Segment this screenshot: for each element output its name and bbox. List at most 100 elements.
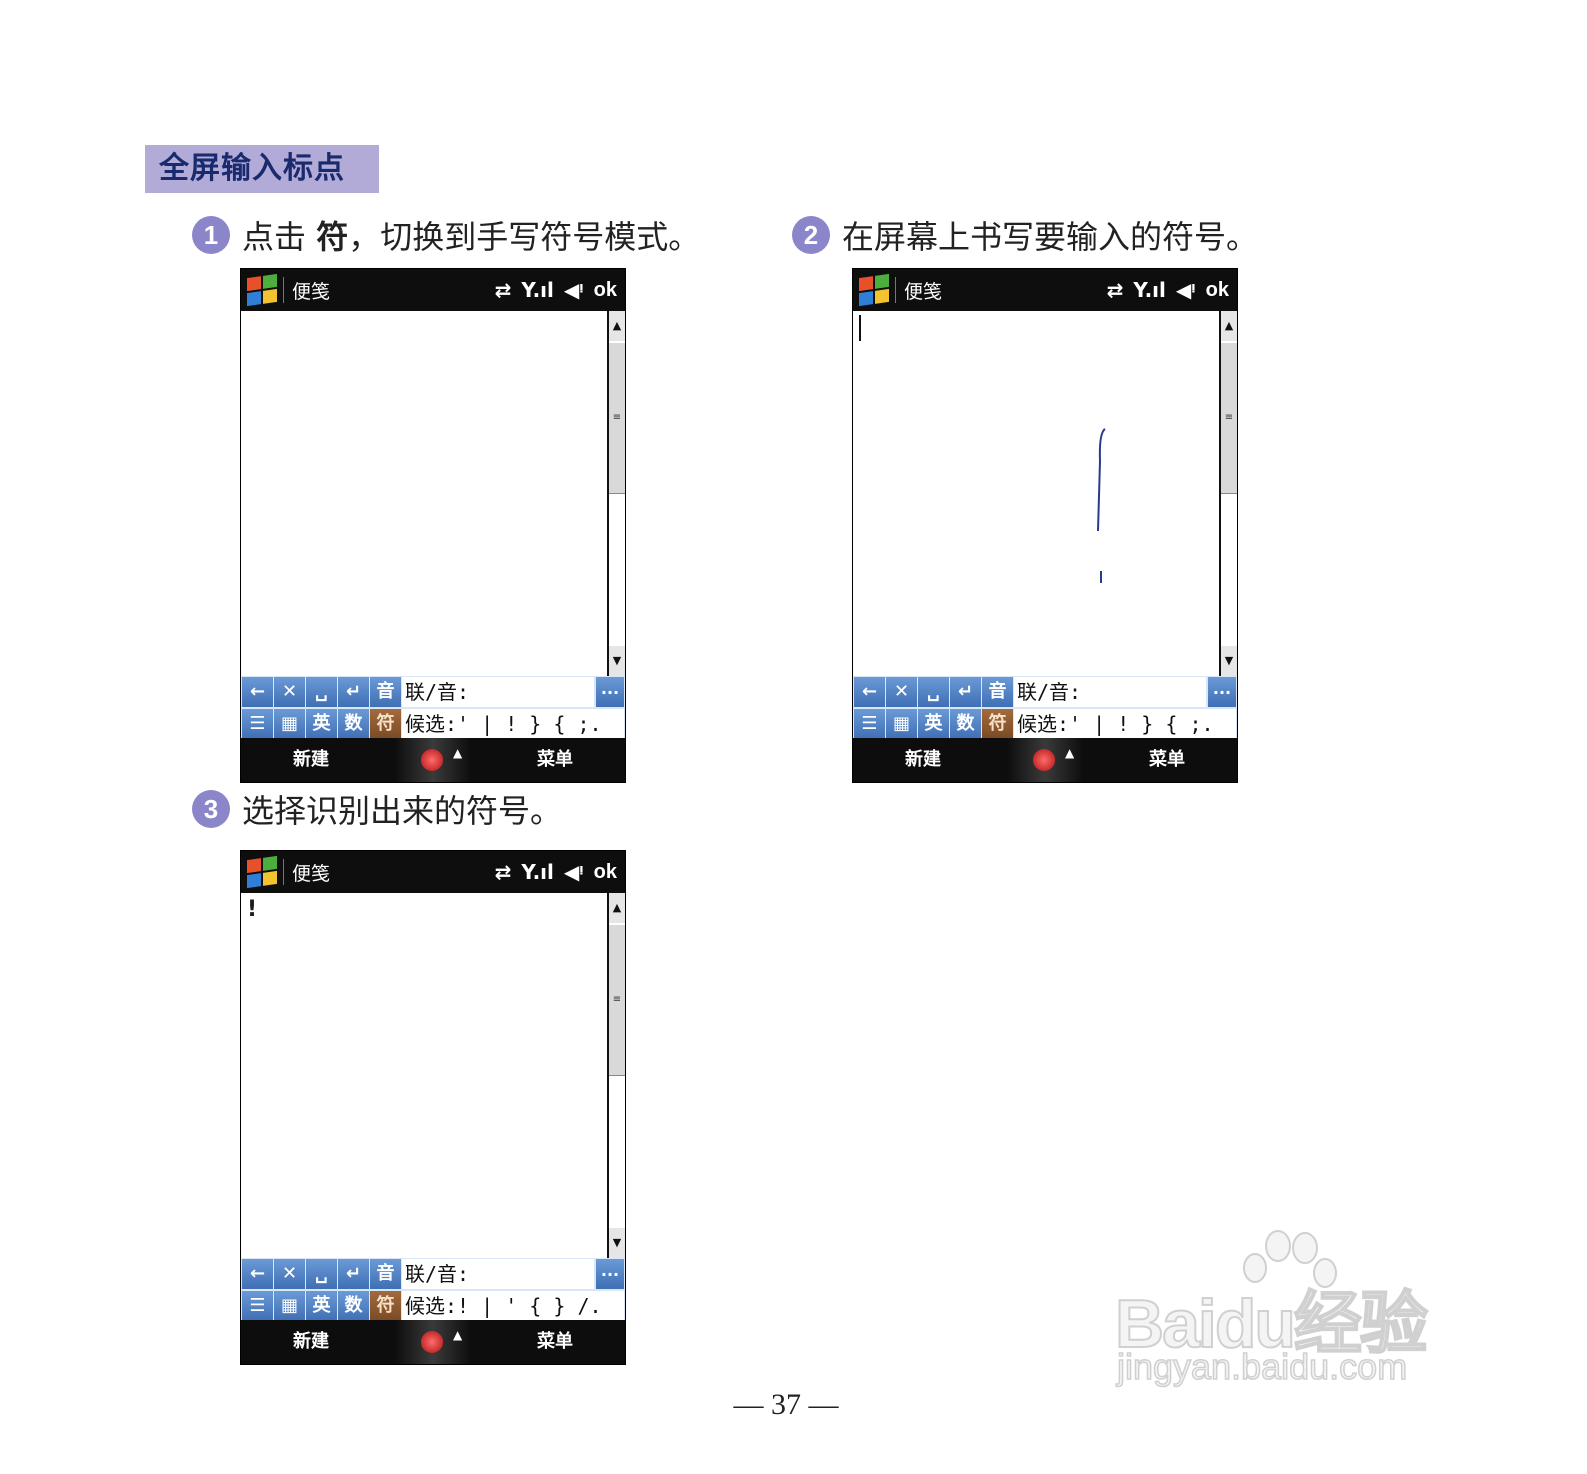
signal-icon[interactable]: Y.ıl bbox=[1133, 278, 1165, 302]
vertical-scrollbar[interactable]: ▲ ≡ ▼ bbox=[607, 311, 625, 676]
caret-up-icon[interactable]: ▲ bbox=[453, 746, 462, 760]
space-key[interactable]: ␣ bbox=[306, 677, 337, 707]
delete-key[interactable]: ✕ bbox=[886, 677, 917, 707]
connectivity-icon[interactable]: ⇄ bbox=[495, 278, 512, 302]
caret-up-icon[interactable]: ▲ bbox=[1065, 746, 1074, 760]
note-content[interactable] bbox=[853, 311, 1217, 676]
ok-button[interactable]: ok bbox=[594, 279, 617, 302]
signal-icon[interactable]: Y.ıl bbox=[521, 860, 553, 884]
more-button[interactable]: ... bbox=[596, 677, 624, 707]
candidates-field[interactable]: 候选:' | ! } { ;. bbox=[1014, 709, 1236, 739]
handwriting-stroke bbox=[1097, 428, 1106, 583]
keyboard-key[interactable]: ▦ bbox=[886, 709, 917, 739]
backspace-key[interactable]: ← bbox=[854, 677, 885, 707]
soft-key-bar: 新建 ▲ 菜单 bbox=[241, 1320, 625, 1364]
new-softkey[interactable]: 新建 bbox=[905, 738, 941, 782]
note-text: ! bbox=[247, 897, 258, 922]
scroll-thumb[interactable]: ≡ bbox=[609, 343, 625, 494]
association-field[interactable]: 联/音: bbox=[1014, 677, 1206, 707]
input-method-icon[interactable] bbox=[421, 1331, 443, 1353]
list-key[interactable]: ☰ bbox=[242, 1291, 273, 1321]
delete-key[interactable]: ✕ bbox=[274, 677, 305, 707]
scroll-up-arrow-icon[interactable]: ▲ bbox=[609, 893, 625, 923]
menu-softkey[interactable]: 菜单 bbox=[537, 738, 573, 782]
step-number: 3 bbox=[192, 790, 230, 828]
backspace-key[interactable]: ← bbox=[242, 1259, 273, 1289]
speaker-icon[interactable]: ◀ᵎ bbox=[564, 278, 584, 302]
ok-button[interactable]: ok bbox=[1206, 279, 1229, 302]
number-key[interactable]: 数 bbox=[338, 1291, 369, 1321]
symbol-key[interactable]: 符 bbox=[370, 709, 401, 739]
candidates-list[interactable]: ! | ' { } /. bbox=[457, 1294, 602, 1318]
keyboard-key[interactable]: ▦ bbox=[274, 1291, 305, 1321]
enter-key[interactable]: ↵ bbox=[950, 677, 981, 707]
new-softkey[interactable]: 新建 bbox=[293, 1320, 329, 1364]
number-key[interactable]: 数 bbox=[338, 709, 369, 739]
watermark-url: jingyan.baidu.com bbox=[1116, 1345, 1408, 1388]
enter-key[interactable]: ↵ bbox=[338, 677, 369, 707]
step-number: 2 bbox=[792, 216, 830, 254]
soft-key-bar: 新建 ▲ 菜单 bbox=[241, 738, 625, 782]
candidates-field[interactable]: 候选:' | ! } { ;. bbox=[402, 709, 624, 739]
connectivity-icon[interactable]: ⇄ bbox=[1107, 278, 1124, 302]
sound-key[interactable]: 音 bbox=[370, 1259, 401, 1289]
english-key[interactable]: 英 bbox=[306, 1291, 337, 1321]
symbol-key[interactable]: 符 bbox=[370, 1291, 401, 1321]
candidates-field[interactable]: 候选:! | ' { } /. bbox=[402, 1291, 624, 1321]
backspace-key[interactable]: ← bbox=[242, 677, 273, 707]
caret-up-icon[interactable]: ▲ bbox=[453, 1328, 462, 1342]
speaker-icon[interactable]: ◀ᵎ bbox=[1176, 278, 1196, 302]
scroll-up-arrow-icon[interactable]: ▲ bbox=[1221, 311, 1237, 341]
enter-key[interactable]: ↵ bbox=[338, 1259, 369, 1289]
new-softkey[interactable]: 新建 bbox=[293, 738, 329, 782]
more-button[interactable]: ... bbox=[596, 1259, 624, 1289]
app-title: 便笺 bbox=[292, 280, 331, 303]
symbol-key[interactable]: 符 bbox=[982, 709, 1013, 739]
list-key[interactable]: ☰ bbox=[854, 709, 885, 739]
scroll-down-arrow-icon[interactable]: ▼ bbox=[609, 1228, 625, 1258]
sound-key[interactable]: 音 bbox=[370, 677, 401, 707]
scroll-down-arrow-icon[interactable]: ▼ bbox=[1221, 646, 1237, 676]
input-method-icon[interactable] bbox=[1033, 749, 1055, 771]
menu-softkey[interactable]: 菜单 bbox=[1149, 738, 1185, 782]
space-key[interactable]: ␣ bbox=[306, 1259, 337, 1289]
list-key[interactable]: ☰ bbox=[242, 709, 273, 739]
vertical-scrollbar[interactable]: ▲ ≡ ▼ bbox=[607, 893, 625, 1258]
windows-start-icon[interactable] bbox=[859, 273, 889, 307]
text-cursor bbox=[859, 315, 861, 341]
english-key[interactable]: 英 bbox=[306, 709, 337, 739]
sound-key[interactable]: 音 bbox=[982, 677, 1013, 707]
scroll-thumb[interactable]: ≡ bbox=[609, 925, 625, 1076]
number-key[interactable]: 数 bbox=[950, 709, 981, 739]
app-title: 便笺 bbox=[904, 280, 943, 303]
space-key[interactable]: ␣ bbox=[918, 677, 949, 707]
keyboard-key[interactable]: ▦ bbox=[274, 709, 305, 739]
scroll-thumb[interactable]: ≡ bbox=[1221, 343, 1237, 494]
connectivity-icon[interactable]: ⇄ bbox=[495, 860, 512, 884]
vertical-scrollbar[interactable]: ▲ ≡ ▼ bbox=[1219, 311, 1237, 676]
candidates-list[interactable]: ' | ! } { ;. bbox=[1069, 712, 1214, 736]
speaker-icon[interactable]: ◀ᵎ bbox=[564, 860, 584, 884]
scroll-up-arrow-icon[interactable]: ▲ bbox=[609, 311, 625, 341]
note-content[interactable]: ! bbox=[241, 893, 605, 1258]
title-bar: 便笺 ⇄ Y.ıl ◀ᵎ ok bbox=[241, 851, 625, 893]
signal-icon[interactable]: Y.ıl bbox=[521, 278, 553, 302]
input-method-icon[interactable] bbox=[421, 749, 443, 771]
more-button[interactable]: ... bbox=[1208, 677, 1236, 707]
ok-button[interactable]: ok bbox=[594, 861, 617, 884]
english-key[interactable]: 英 bbox=[918, 709, 949, 739]
note-content[interactable] bbox=[241, 311, 605, 676]
candidates-list[interactable]: ' | ! } { ;. bbox=[457, 712, 602, 736]
title-bar: 便笺 ⇄ Y.ıl ◀ᵎ ok bbox=[853, 269, 1237, 311]
association-field[interactable]: 联/音: bbox=[402, 1259, 594, 1289]
step-1: 1 点击 符，切换到手写符号模式。 bbox=[192, 212, 700, 258]
menu-softkey[interactable]: 菜单 bbox=[537, 1320, 573, 1364]
input-panel: ← ✕ ␣ ↵ 音 联/音: ... ☰ ▦ 英 数 符 候选:' | ! } … bbox=[241, 676, 625, 740]
baidu-watermark: Baidu经验 jingyan.baidu.com bbox=[1114, 1228, 1475, 1398]
windows-start-icon[interactable] bbox=[247, 273, 277, 307]
windows-start-icon[interactable] bbox=[247, 855, 277, 889]
scroll-down-arrow-icon[interactable]: ▼ bbox=[609, 646, 625, 676]
association-field[interactable]: 联/音: bbox=[402, 677, 594, 707]
delete-key[interactable]: ✕ bbox=[274, 1259, 305, 1289]
step-number: 1 bbox=[192, 216, 230, 254]
